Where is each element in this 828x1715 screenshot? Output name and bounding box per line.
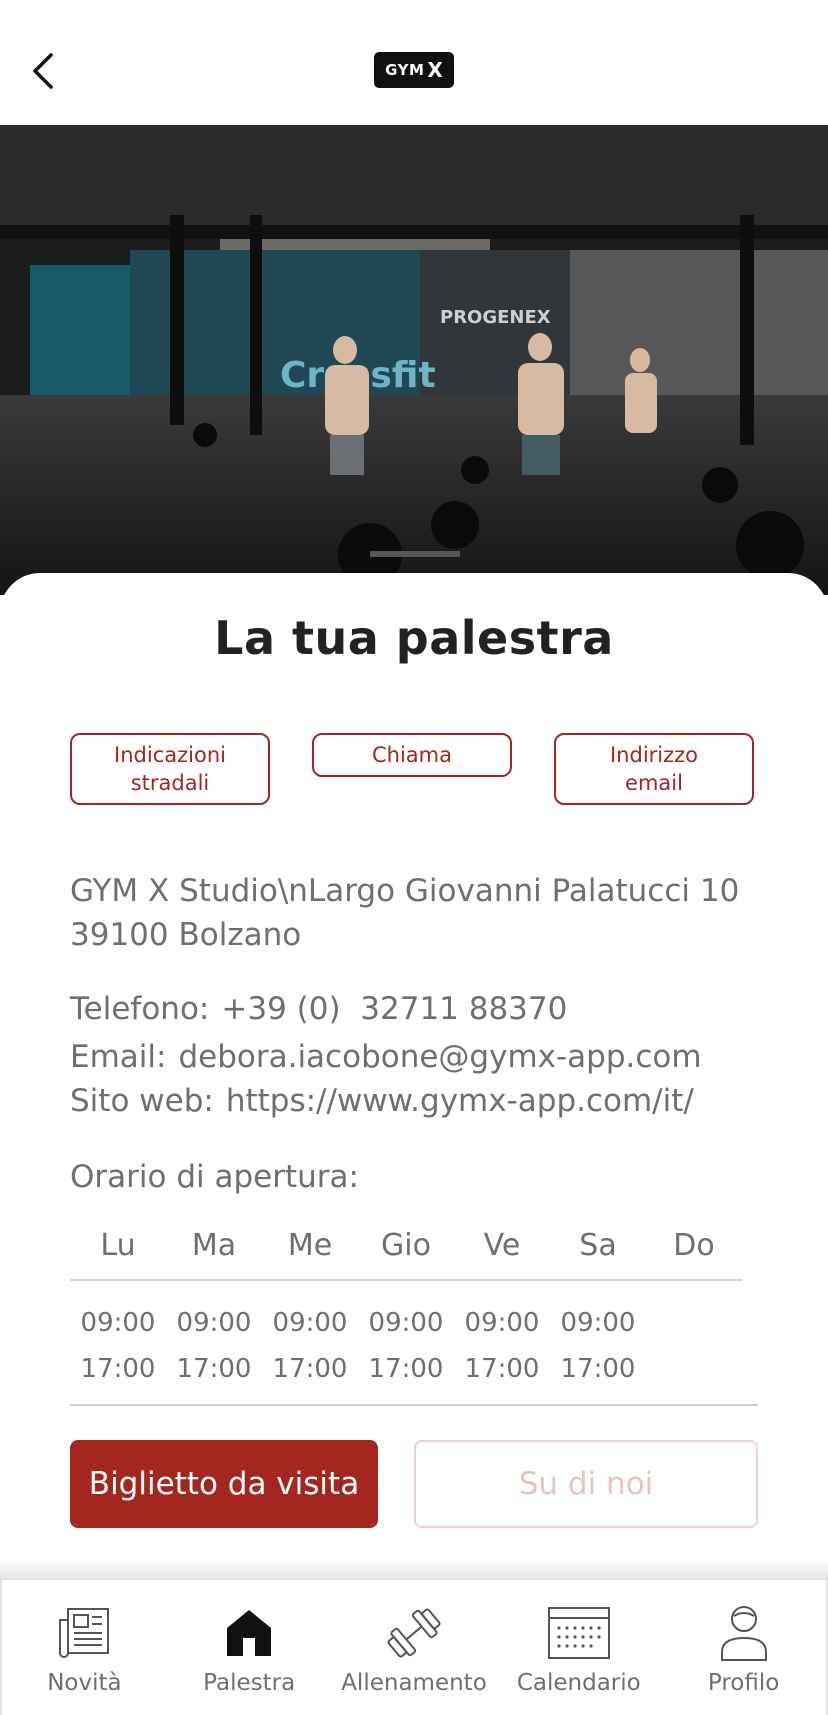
tab-calendario[interactable]: Calendario <box>496 1580 661 1715</box>
calendar-icon <box>547 1607 610 1659</box>
opening-hours-label: Orario di apertura: <box>70 1159 359 1195</box>
tab-palestra[interactable]: Palestra <box>167 1580 332 1715</box>
gym-address: GYM X Studio\nLargo Giovanni Palatucci 1… <box>70 873 740 953</box>
tab-label: Allenamento <box>341 1670 487 1696</box>
website-link[interactable]: https://www.gymx-app.com/it/ <box>226 1083 694 1119</box>
phone-value[interactable]: +39 (0) 32711 88370 <box>221 991 567 1027</box>
tab-label: Palestra <box>203 1670 296 1696</box>
hours-cell: 09:00 17:00 <box>80 1308 156 1384</box>
phone-label: Telefono: <box>70 991 210 1027</box>
top-bar: GYM X <box>0 0 828 125</box>
email-value[interactable]: debora.iacobone@gymx-app.com <box>178 1039 701 1075</box>
day-header: Ma <box>191 1228 237 1263</box>
website-label: Sito web: <box>70 1083 214 1119</box>
tab-novita[interactable]: Novità <box>2 1580 167 1715</box>
gym-hero-image: Crossfit PROGENEX <box>0 125 828 595</box>
day-header: Me <box>287 1228 333 1263</box>
newspaper-icon <box>59 1608 110 1658</box>
email-label: Email: <box>70 1039 167 1075</box>
tabbar-shadow <box>0 1558 828 1580</box>
opening-hours-times: 09:00 17:00 09:00 17:00 09:00 17:00 09:00 17… <box>70 1300 742 1392</box>
hours-cell: 09:00 17:00 <box>464 1308 540 1384</box>
tab-allenamento[interactable]: Allenamento <box>332 1580 497 1715</box>
hours-cell: 09:00 17:00 <box>368 1308 444 1384</box>
day-header: Ve <box>483 1228 521 1263</box>
divider <box>70 1404 758 1406</box>
hours-cell: 09:00 17:00 <box>560 1308 636 1384</box>
website-row: Sito web: https://www.gymx-app.com/it/ <box>70 1083 694 1119</box>
business-card-button[interactable]: Biglietto da visita <box>70 1440 378 1528</box>
svg-text:PROGENEX: PROGENEX <box>440 307 551 328</box>
tab-label: Novità <box>47 1670 122 1696</box>
tab-profilo[interactable]: Profilo <box>661 1580 826 1715</box>
opening-hours-days: Lu Ma Me Gio Ve Sa Do <box>70 1228 742 1263</box>
gym-info-card: La tua palestra Indicazioni stradali Chi… <box>0 573 828 1558</box>
page-title: La tua palestra <box>214 611 614 665</box>
email-row: Email: debora.iacobone@gymx-app.com <box>70 1039 702 1075</box>
day-header: Lu <box>100 1228 136 1263</box>
hours-cell <box>646 1300 742 1392</box>
tab-label: Calendario <box>516 1670 641 1696</box>
about-us-button[interactable]: Su di noi <box>414 1440 758 1528</box>
day-header: Sa <box>579 1228 617 1263</box>
dumbbell-icon <box>387 1608 441 1658</box>
day-header: Do <box>673 1228 715 1263</box>
chevron-left-icon <box>33 53 53 89</box>
day-header: Gio <box>381 1228 431 1263</box>
user-icon <box>720 1606 767 1661</box>
divider <box>70 1279 742 1281</box>
email-button[interactable]: Indirizzo email <box>554 733 754 805</box>
hours-cell: 09:00 17:00 <box>176 1308 252 1384</box>
hours-cell: 09:00 17:00 <box>272 1308 348 1384</box>
home-icon <box>227 1610 272 1656</box>
bottom-tab-bar: Novità Palestra Allenamento Calendario P… <box>0 1578 828 1715</box>
tab-label: Profilo <box>707 1670 780 1696</box>
call-button[interactable]: Chiama <box>312 733 512 777</box>
directions-button[interactable]: Indicazioni stradali <box>70 733 270 805</box>
back-button[interactable] <box>22 46 62 96</box>
phone-row: Telefono: +39 (0) 32711 88370 <box>70 991 567 1027</box>
gym-logo: GYM X <box>374 52 454 88</box>
